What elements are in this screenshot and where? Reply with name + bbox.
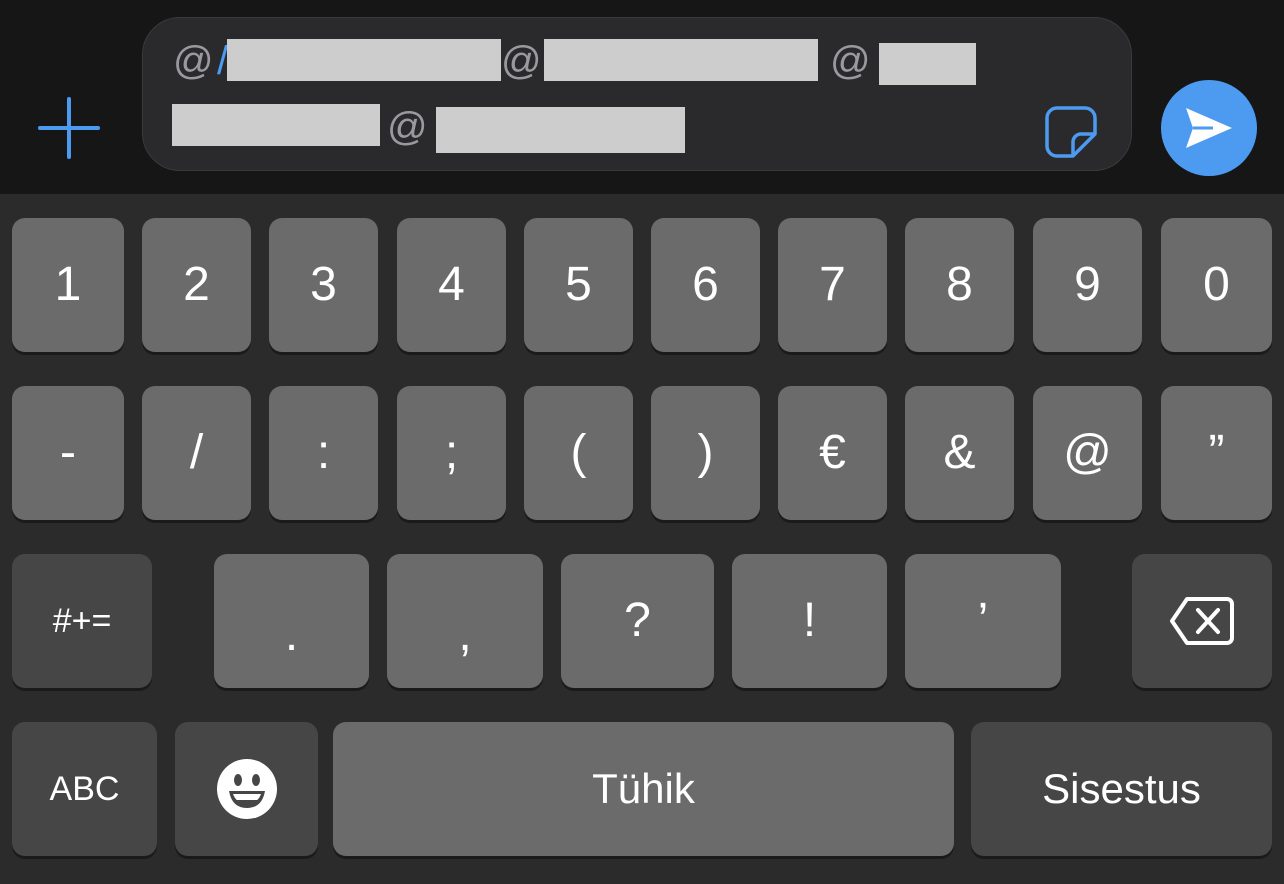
key-label: 5	[565, 258, 592, 311]
keyboard: 1 2 3 4 5 6 7 8 9 0 - / : ; ( ) € & @ ” …	[0, 194, 1284, 884]
key-label: 8	[946, 258, 973, 311]
key-label: 4	[438, 258, 465, 311]
key-label: !	[802, 594, 817, 647]
attach-button[interactable]	[36, 95, 102, 161]
key-6[interactable]: 6	[651, 218, 760, 352]
key-label: ;	[444, 426, 459, 479]
key-label: 7	[819, 258, 846, 311]
key-label: 0	[1203, 258, 1230, 311]
key-label: 9	[1074, 258, 1101, 311]
key-9[interactable]: 9	[1033, 218, 1142, 352]
key-question[interactable]: ?	[561, 554, 714, 688]
mention-at-symbol: @	[387, 105, 428, 149]
key-quote[interactable]: ”	[1161, 386, 1272, 520]
key-label: Tühik	[592, 765, 695, 812]
plus-icon	[38, 97, 100, 159]
key-colon[interactable]: :	[269, 386, 378, 520]
key-label: &	[943, 426, 976, 479]
redacted-mention	[436, 107, 685, 153]
key-label: #+=	[52, 602, 112, 640]
key-label: /	[189, 426, 204, 479]
key-label: )	[697, 426, 714, 479]
key-period[interactable]: .	[214, 554, 369, 688]
key-label: €	[819, 426, 846, 479]
message-input[interactable]: @ / @ @ @	[142, 17, 1132, 171]
key-3[interactable]: 3	[269, 218, 378, 352]
mention-at-symbol: @	[173, 39, 214, 83]
key-hyphen[interactable]: -	[12, 386, 124, 520]
key-at[interactable]: @	[1033, 386, 1142, 520]
key-2[interactable]: 2	[142, 218, 251, 352]
sticker-button[interactable]	[1043, 104, 1099, 160]
key-close-paren[interactable]: )	[651, 386, 760, 520]
key-label: -	[60, 426, 76, 479]
more-symbols-key[interactable]: #+=	[12, 554, 152, 688]
redacted-mention	[544, 39, 818, 81]
key-label: 6	[692, 258, 719, 311]
emoji-face-icon	[216, 759, 277, 819]
key-label: Sisestus	[1042, 765, 1201, 812]
key-open-paren[interactable]: (	[524, 386, 633, 520]
key-label: 2	[183, 258, 210, 311]
key-comma[interactable]: ,	[387, 554, 543, 688]
key-ampersand[interactable]: &	[905, 386, 1014, 520]
key-label: @	[1063, 426, 1112, 479]
key-exclamation[interactable]: !	[732, 554, 887, 688]
emoji-key[interactable]	[175, 722, 318, 856]
delete-key[interactable]	[1132, 554, 1272, 688]
key-label: 3	[310, 258, 337, 311]
key-label: ?	[624, 594, 651, 647]
abc-key[interactable]: ABC	[12, 722, 157, 856]
compose-bar: @ / @ @ @	[0, 0, 1284, 194]
mention-at-symbol: @	[830, 39, 871, 83]
mention-at-symbol: @	[501, 39, 542, 83]
screen: @ / @ @ @ 1 2 3 4 5 6 7 8 9 0 - /: ; (…	[0, 0, 1284, 884]
send-button[interactable]	[1161, 80, 1257, 176]
key-5[interactable]: 5	[524, 218, 633, 352]
key-1[interactable]: 1	[12, 218, 124, 352]
backspace-icon	[1170, 597, 1234, 645]
key-7[interactable]: 7	[778, 218, 887, 352]
key-label: ,	[458, 608, 472, 661]
redacted-mention	[172, 104, 380, 146]
key-label: ’	[977, 594, 989, 647]
key-apostrophe[interactable]: ’	[905, 554, 1061, 688]
send-arrow-icon	[1186, 108, 1232, 148]
key-label: (	[570, 426, 587, 479]
sticker-icon	[1045, 106, 1097, 158]
key-label: ”	[1208, 426, 1225, 479]
redacted-mention	[879, 43, 976, 85]
redacted-mention	[227, 39, 501, 81]
key-0[interactable]: 0	[1161, 218, 1272, 352]
space-key[interactable]: Tühik	[333, 722, 954, 856]
key-slash[interactable]: /	[142, 386, 251, 520]
key-label: .	[284, 608, 299, 661]
key-semicolon[interactable]: ;	[397, 386, 506, 520]
key-euro[interactable]: €	[778, 386, 887, 520]
key-8[interactable]: 8	[905, 218, 1014, 352]
key-label: 1	[54, 258, 82, 311]
key-4[interactable]: 4	[397, 218, 506, 352]
return-key[interactable]: Sisestus	[971, 722, 1272, 856]
key-label: :	[316, 426, 331, 479]
key-label: ABC	[49, 770, 120, 808]
